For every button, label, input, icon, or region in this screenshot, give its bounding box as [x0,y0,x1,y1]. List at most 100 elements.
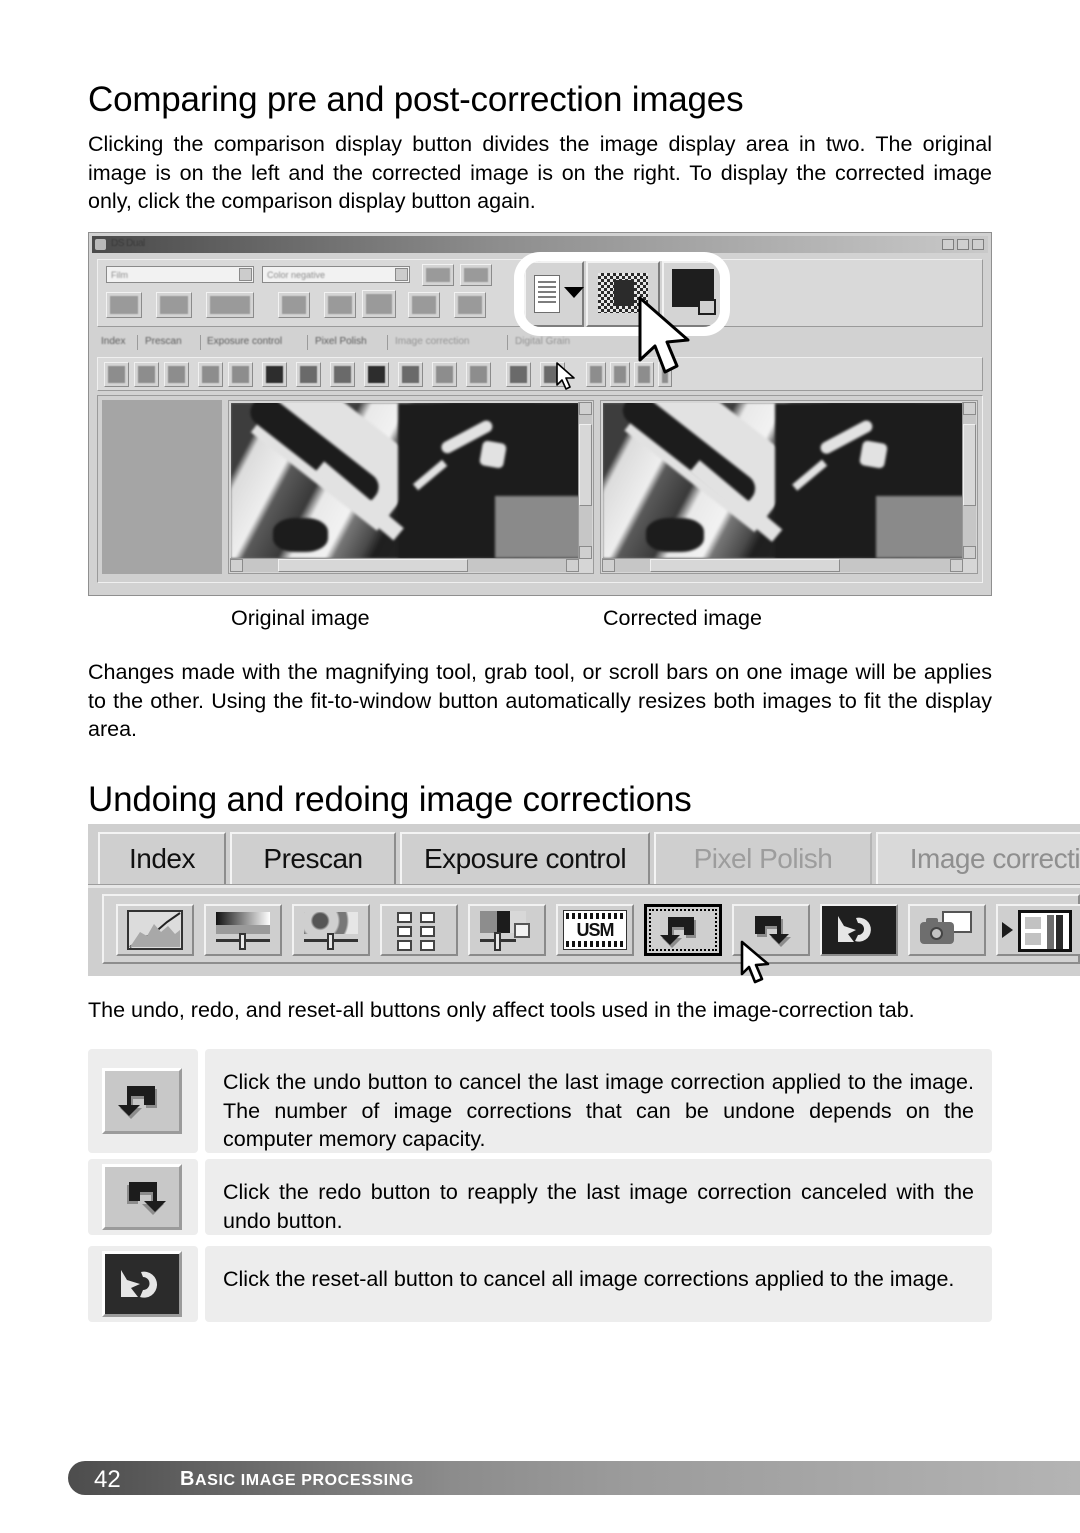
preferences-button[interactable] [422,264,454,286]
film-format-combo[interactable]: Color negative [262,266,410,283]
tab-image-correction[interactable]: Image correction [395,336,469,347]
tab-exposure-control[interactable]: Exposure control [400,832,650,884]
horizontal-scroll-thumb[interactable] [278,559,468,572]
minimize-icon[interactable] [942,239,954,250]
snapshot-list-button[interactable] [432,362,457,387]
brightness-gradient-icon [216,912,270,925]
rgb-r-button[interactable] [586,362,606,387]
comparison-display-button[interactable] [540,362,565,387]
job-save-button[interactable] [454,292,486,318]
hue-saturation-button[interactable] [292,904,370,956]
tab-index[interactable]: Index [98,832,226,884]
horizontal-scrollbar[interactable] [230,558,579,572]
variation-button[interactable] [380,904,458,956]
chevron-down-icon[interactable] [395,268,408,281]
scroll-left-arrow[interactable] [602,559,615,572]
job-load-button[interactable] [408,292,440,318]
figure2-tabbar[interactable]: Index Prescan Exposure control Pixel Pol… [88,832,1080,884]
scroll-right-arrow[interactable] [566,559,579,572]
reset-all-button-cell [88,1246,198,1322]
window-controls[interactable] [942,239,984,250]
original-image-pane[interactable] [228,400,594,574]
redo-button[interactable] [102,1164,182,1230]
reset-all-button[interactable] [820,904,898,956]
grab-tool-button[interactable] [506,362,531,387]
reset-all-button[interactable] [364,362,389,387]
undo-icon [118,1086,157,1119]
hue-saturation-button[interactable] [164,362,189,387]
film-type-combo[interactable]: Film [106,266,254,283]
page-title-comparing: Comparing pre and post-correction images [88,80,744,119]
redo-button[interactable] [732,904,810,956]
brightness-button[interactable] [134,362,159,387]
window-tabbar[interactable]: Index Prescan Exposure control Pixel Pol… [97,333,983,355]
reset-all-button[interactable] [102,1251,182,1317]
caption-original-image: Original image [231,606,370,630]
chevron-down-icon [564,287,584,298]
rotate-button[interactable] [324,292,356,318]
scroll-down-arrow[interactable] [579,546,592,559]
undo-button[interactable] [296,362,321,387]
comparison-display-icon [544,366,561,383]
callout-comparison-button[interactable] [586,261,660,327]
tab-prescan[interactable]: Prescan [230,832,396,884]
fit-to-window-button[interactable] [466,362,491,387]
unsharp-mask-button[interactable]: USM [556,904,634,956]
undo-button[interactable] [644,904,722,956]
snapshot-button[interactable] [398,362,423,387]
tab-pixel-polish[interactable]: Pixel Polish [315,336,367,347]
vertical-scrollbar[interactable] [962,402,976,559]
rgb-g-button[interactable] [610,362,630,387]
tab-prescan[interactable]: Prescan [145,336,182,347]
scroll-left-arrow[interactable] [230,559,243,572]
tab-pixel-polish[interactable]: Pixel Polish [654,832,872,884]
hue-saturation-swatch-icon [304,912,358,934]
vertical-scrollbar[interactable] [578,402,592,559]
eject-button[interactable] [278,292,310,318]
rgb-b-button[interactable] [634,362,654,387]
tab-image-correction[interactable]: Image correction [876,832,1080,884]
tab-index[interactable]: Index [101,336,125,347]
thumbnail-view-button[interactable] [362,290,396,318]
unsharp-mask-button[interactable] [262,362,287,387]
prescan-button[interactable] [156,292,192,318]
scan-button[interactable] [206,292,254,318]
selective-colour-button[interactable] [468,904,546,956]
photo-highlight [478,439,508,469]
brightness-contrast-button[interactable] [204,904,282,956]
vertical-scroll-thumb[interactable] [963,424,976,506]
tab-digital-grain[interactable]: Digital Grain [515,336,570,347]
scroll-down-arrow[interactable] [963,546,976,559]
vertical-scroll-thumb[interactable] [579,424,592,506]
maximize-icon[interactable] [957,239,969,250]
tab-exposure-control[interactable]: Exposure control [207,336,282,347]
help-button[interactable] [460,264,492,286]
redo-button-cell [88,1159,198,1235]
variation-button[interactable] [198,362,223,387]
app-icon [95,239,106,250]
corrected-image-pane[interactable] [600,400,978,574]
index-scan-button[interactable] [106,292,142,318]
callout-fit-window-button[interactable] [662,261,720,327]
rgb-all-button[interactable] [658,362,672,387]
selective-colour-button[interactable] [228,362,253,387]
undo-button[interactable] [102,1068,182,1134]
compare-snapshot-button[interactable] [996,904,1080,956]
list-icon [534,275,560,313]
tone-curve-button[interactable] [104,362,129,387]
redo-button[interactable] [330,362,355,387]
scroll-up-arrow[interactable] [963,402,976,415]
callout-snapshot-list-button[interactable] [524,261,584,327]
tone-curve-button[interactable] [116,904,194,956]
horizontal-scrollbar[interactable] [602,558,963,572]
selective-colour-icon [232,366,249,383]
image-display-area [97,395,983,583]
scroll-right-arrow[interactable] [950,559,963,572]
snapshot-list-icon [1018,910,1072,952]
horizontal-scroll-thumb[interactable] [650,559,840,572]
chevron-down-icon[interactable] [239,268,252,281]
close-icon[interactable] [972,239,984,250]
scroll-up-arrow[interactable] [579,402,592,415]
snapshot-button[interactable] [908,904,986,956]
page-number: 42 [94,1466,121,1493]
